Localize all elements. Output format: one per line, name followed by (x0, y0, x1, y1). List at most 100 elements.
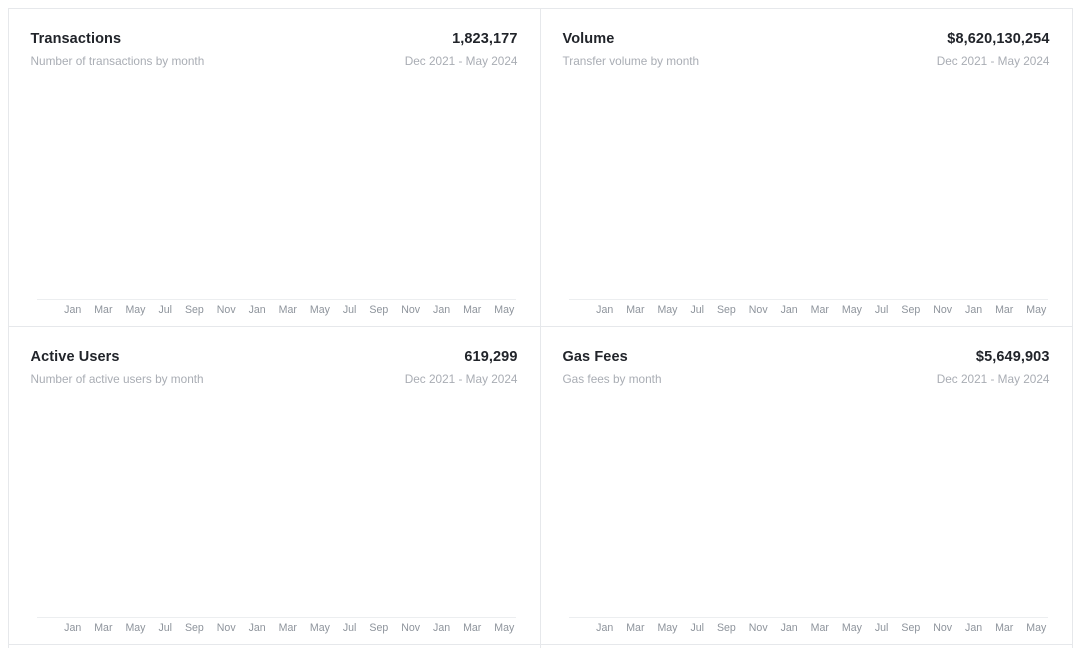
chart-bar[interactable] (941, 400, 954, 618)
chart-bar[interactable] (833, 400, 846, 618)
chart-bar[interactable] (663, 400, 676, 618)
chart-bar[interactable] (879, 82, 892, 300)
chart-bar[interactable] (455, 82, 468, 300)
chart-bar[interactable] (378, 82, 391, 300)
chart-bar[interactable] (501, 82, 514, 300)
chart-bar[interactable] (471, 82, 484, 300)
chart-bar[interactable] (501, 400, 514, 618)
chart-bar[interactable] (177, 400, 190, 618)
chart-bar[interactable] (54, 82, 67, 300)
chart-bar[interactable] (740, 400, 753, 618)
chart-bar[interactable] (1018, 400, 1031, 618)
chart-bar[interactable] (601, 400, 614, 618)
chart-bar[interactable] (224, 400, 237, 618)
chart-bar[interactable] (694, 400, 707, 618)
chart-bar[interactable] (146, 400, 159, 618)
chart-bar[interactable] (725, 400, 738, 618)
chart-bar[interactable] (910, 82, 923, 300)
chart-bar[interactable] (771, 82, 784, 300)
chart-bar[interactable] (617, 400, 630, 618)
chart-bar[interactable] (347, 82, 360, 300)
chart-bar[interactable] (956, 400, 969, 618)
chart-bar[interactable] (648, 400, 661, 618)
chart-bar[interactable] (424, 82, 437, 300)
chart-bar[interactable] (440, 400, 453, 618)
chart-bar[interactable] (363, 82, 376, 300)
chart-bar[interactable] (786, 82, 799, 300)
chart-bar[interactable] (146, 82, 159, 300)
chart-bar[interactable] (332, 82, 345, 300)
chart-bar[interactable] (678, 400, 691, 618)
chart-bar[interactable] (586, 82, 599, 300)
chart-bar[interactable] (131, 400, 144, 618)
chart-bar[interactable] (817, 400, 830, 618)
chart-bar[interactable] (786, 400, 799, 618)
chart-bar[interactable] (69, 400, 82, 618)
chart-bar[interactable] (254, 400, 267, 618)
chart-bar[interactable] (193, 82, 206, 300)
metric-card-placeholder[interactable] (540, 644, 1073, 648)
chart-bar[interactable] (709, 400, 722, 618)
chart-bar[interactable] (347, 400, 360, 618)
chart-bar[interactable] (848, 82, 861, 300)
chart-bar[interactable] (486, 82, 499, 300)
chart-bar[interactable] (663, 82, 676, 300)
chart-bar[interactable] (586, 400, 599, 618)
chart-bar[interactable] (393, 82, 406, 300)
chart-bar[interactable] (895, 400, 908, 618)
chart-bar[interactable] (54, 400, 67, 618)
chart-bar[interactable] (756, 400, 769, 618)
metric-card-active-users[interactable]: Active Users 619,299 Number of active us… (8, 326, 541, 645)
chart-bar[interactable] (833, 82, 846, 300)
chart-bar[interactable] (925, 400, 938, 618)
chart-bar[interactable] (910, 400, 923, 618)
chart-bar[interactable] (254, 82, 267, 300)
chart-bar[interactable] (409, 400, 422, 618)
chart-bar[interactable] (455, 400, 468, 618)
chart-bar[interactable] (1033, 400, 1046, 618)
chart-bar[interactable] (486, 400, 499, 618)
chart-bar[interactable] (1003, 82, 1016, 300)
chart-bar[interactable] (632, 82, 645, 300)
metric-card-placeholder[interactable] (8, 644, 541, 648)
chart-bar[interactable] (285, 400, 298, 618)
chart-bar[interactable] (925, 82, 938, 300)
chart-bar[interactable] (409, 82, 422, 300)
metric-card-volume[interactable]: Volume $8,620,130,254 Transfer volume by… (540, 8, 1073, 327)
chart-bar[interactable] (301, 400, 314, 618)
chart-bar[interactable] (69, 82, 82, 300)
chart-bar[interactable] (332, 400, 345, 618)
chart-bar[interactable] (208, 82, 221, 300)
chart-bar[interactable] (424, 400, 437, 618)
chart-bar[interactable] (1033, 82, 1046, 300)
chart-bar[interactable] (895, 82, 908, 300)
chart-bar[interactable] (1003, 400, 1016, 618)
chart-bar[interactable] (162, 400, 175, 618)
chart-bar[interactable] (393, 400, 406, 618)
chart-bar[interactable] (678, 82, 691, 300)
chart-bar[interactable] (239, 82, 252, 300)
chart-bar[interactable] (100, 400, 113, 618)
chart-bar[interactable] (316, 82, 329, 300)
chart-bar[interactable] (817, 82, 830, 300)
chart-bar[interactable] (85, 82, 98, 300)
chart-bar[interactable] (987, 82, 1000, 300)
chart-bar[interactable] (848, 400, 861, 618)
chart-bar[interactable] (177, 82, 190, 300)
chart-bar[interactable] (941, 82, 954, 300)
chart-bar[interactable] (648, 82, 661, 300)
chart-bar[interactable] (879, 400, 892, 618)
chart-bar[interactable] (864, 82, 877, 300)
chart-bar[interactable] (802, 82, 815, 300)
chart-bar[interactable] (802, 400, 815, 618)
chart-gas-fees[interactable]: JanMarMayJulSepNovJanMarMayJulSepNovJanM… (563, 396, 1050, 638)
chart-transactions[interactable]: JanMarMayJulSepNovJanMarMayJulSepNovJanM… (31, 78, 518, 320)
chart-bar[interactable] (193, 400, 206, 618)
chart-bar[interactable] (956, 82, 969, 300)
chart-bar[interactable] (471, 400, 484, 618)
chart-bar[interactable] (378, 400, 391, 618)
chart-bar[interactable] (363, 400, 376, 618)
chart-bar[interactable] (208, 400, 221, 618)
chart-bar[interactable] (694, 82, 707, 300)
chart-bar[interactable] (301, 82, 314, 300)
